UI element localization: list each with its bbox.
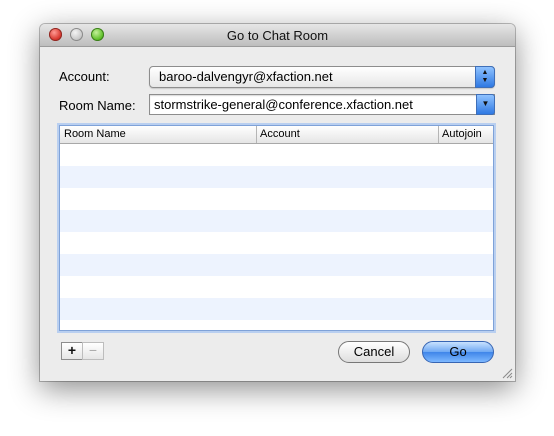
- chevron-down-icon[interactable]: ▼: [476, 94, 495, 115]
- account-popup[interactable]: baroo-dalvengyr@xfaction.net ▲ ▼: [149, 66, 495, 88]
- column-header-room-name[interactable]: Room Name: [64, 128, 126, 140]
- window-title: Go to Chat Room: [226, 28, 329, 43]
- resize-grip-icon[interactable]: [502, 368, 513, 379]
- table-row: [60, 320, 493, 330]
- table-row: [60, 254, 493, 276]
- column-header-account[interactable]: Account: [260, 128, 300, 140]
- go-to-chat-room-window: Go to Chat Room Account: baroo-dalvengyr…: [40, 24, 515, 381]
- go-button[interactable]: Go: [422, 341, 494, 363]
- rooms-table[interactable]: Room Name Account Autojoin: [59, 125, 494, 331]
- add-room-button[interactable]: +: [61, 342, 83, 360]
- stepper-icon[interactable]: ▲ ▼: [475, 66, 495, 88]
- table-row: [60, 166, 493, 188]
- remove-room-button[interactable]: −: [82, 342, 104, 360]
- account-label: Account:: [59, 69, 110, 84]
- table-row: [60, 298, 493, 320]
- column-header-autojoin[interactable]: Autojoin: [442, 128, 482, 140]
- cancel-button[interactable]: Cancel: [338, 341, 410, 363]
- room-name-combo[interactable]: stormstrike-general@conference.xfaction.…: [149, 94, 495, 115]
- table-row: [60, 276, 493, 298]
- room-name-label: Room Name:: [59, 98, 136, 113]
- table-row: [60, 210, 493, 232]
- add-remove-group: + −: [61, 342, 105, 360]
- table-row: [60, 232, 493, 254]
- account-value: baroo-dalvengyr@xfaction.net: [159, 69, 333, 84]
- table-row: [60, 188, 493, 210]
- table-row: [60, 144, 493, 166]
- room-name-value[interactable]: stormstrike-general@conference.xfaction.…: [154, 97, 413, 112]
- title-bar[interactable]: Go to Chat Room: [40, 24, 515, 47]
- table-header: Room Name Account Autojoin: [60, 126, 493, 144]
